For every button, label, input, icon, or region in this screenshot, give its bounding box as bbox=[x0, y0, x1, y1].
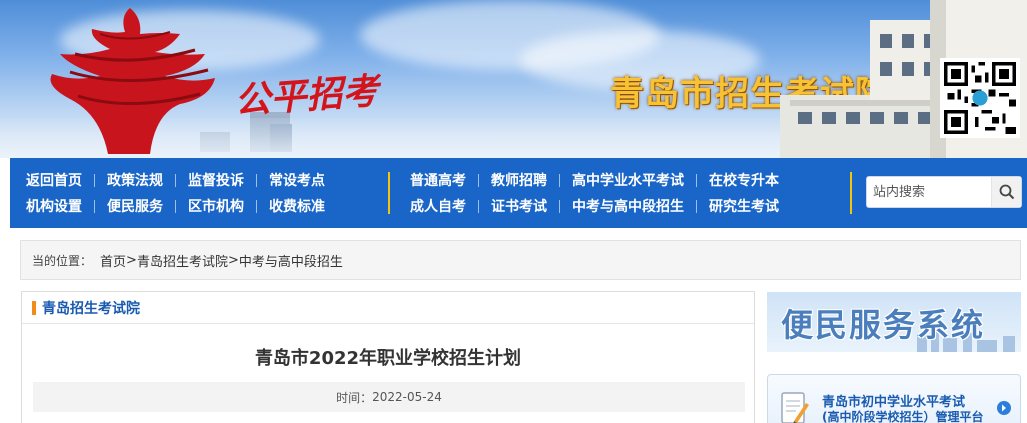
publish-date: 2022-05-24 bbox=[372, 390, 442, 404]
nav-group-exams: 普通高考 教师招聘 高中学业水平考试 在校专升本 成人自考 证书考试 中考与高中… bbox=[410, 168, 779, 218]
nav-divider bbox=[850, 172, 852, 214]
may-wind-sculpture-image bbox=[50, 8, 215, 154]
main-nav: 返回首页 政策法规 监督投诉 常设考点 机构设置 便民服务 区市机构 收费标准 … bbox=[10, 158, 1027, 228]
svg-text:公平招考: 公平招考 bbox=[233, 70, 382, 122]
nav-link-services[interactable]: 便民服务 bbox=[107, 196, 163, 216]
service-system-title: 便民服务系统 bbox=[781, 306, 986, 344]
nav-separator bbox=[256, 199, 257, 213]
nav-link-certificate-exam[interactable]: 证书考试 bbox=[491, 196, 547, 216]
breadcrumb: 当的位置： 首页 > 青岛招生考试院 > 中考与高中段招生 bbox=[20, 240, 1021, 280]
nav-separator bbox=[478, 199, 479, 213]
nav-link-postgraduate[interactable]: 研究生考试 bbox=[709, 196, 779, 216]
nav-link-district-orgs[interactable]: 区市机构 bbox=[188, 196, 244, 216]
nav-separator bbox=[94, 199, 95, 213]
nav-link-zhongkao[interactable]: 中考与高中段招生 bbox=[572, 196, 684, 216]
header-banner: 公平招考 青岛市招生考试院 bbox=[0, 0, 1027, 158]
nav-separator bbox=[478, 173, 479, 187]
nav-link-upgrade-bachelor[interactable]: 在校专升本 bbox=[709, 170, 779, 190]
search-input[interactable] bbox=[867, 177, 991, 207]
breadcrumb-separator: > bbox=[126, 252, 137, 268]
article-panel: 青岛招生考试院 青岛市2022年职业学校招生计划 时间： 2022-05-24 bbox=[21, 291, 755, 423]
nav-link-gaokao[interactable]: 普通高考 bbox=[410, 170, 466, 190]
nav-separator bbox=[559, 173, 560, 187]
nav-separator bbox=[559, 199, 560, 213]
article-meta: 时间： 2022-05-24 bbox=[33, 382, 745, 412]
breadcrumb-zhongkao[interactable]: 中考与高中段招生 bbox=[239, 251, 343, 270]
nav-link-policy[interactable]: 政策法规 bbox=[107, 170, 163, 190]
panel-title: 青岛招生考试院 bbox=[42, 300, 140, 317]
nav-separator bbox=[696, 199, 697, 213]
search-icon bbox=[999, 184, 1014, 200]
time-label: 时间： bbox=[336, 390, 373, 405]
nav-divider bbox=[388, 172, 390, 214]
panel-accent-bar bbox=[32, 300, 36, 315]
nav-separator bbox=[175, 199, 176, 213]
nav-link-complaints[interactable]: 监督投诉 bbox=[188, 170, 244, 190]
nav-group-general: 返回首页 政策法规 监督投诉 常设考点 机构设置 便民服务 区市机构 收费标准 bbox=[26, 168, 325, 218]
exam-management-portal-link[interactable]: 青岛市初中学业水平考试 (高中阶段学校招生）管理平台 bbox=[767, 374, 1021, 423]
site-search bbox=[866, 176, 1022, 208]
nav-link-test-sites[interactable]: 常设考点 bbox=[269, 170, 325, 190]
nav-link-home[interactable]: 返回首页 bbox=[26, 170, 82, 190]
nav-separator bbox=[256, 173, 257, 187]
search-button[interactable] bbox=[991, 177, 1021, 207]
service-system-banner[interactable]: 便民服务系统 bbox=[767, 292, 1021, 352]
portal-title-line2: (高中阶段学校招生）管理平台 bbox=[822, 410, 984, 423]
breadcrumb-separator: > bbox=[227, 252, 239, 268]
breadcrumb-label: 当的位置： bbox=[32, 253, 93, 268]
breadcrumb-home[interactable]: 首页 bbox=[100, 251, 126, 270]
arrow-right-circle-icon[interactable] bbox=[997, 401, 1011, 415]
panel-header: 青岛招生考试院 bbox=[22, 292, 754, 324]
qr-code-icon bbox=[944, 62, 1016, 134]
nav-link-fees[interactable]: 收费标准 bbox=[269, 196, 325, 216]
document-pen-icon bbox=[781, 392, 809, 423]
article-title: 青岛市2022年职业学校招生计划 bbox=[254, 348, 522, 369]
breadcrumb-exam-institute[interactable]: 青岛招生考试院 bbox=[137, 251, 228, 270]
nav-separator bbox=[696, 173, 697, 187]
nav-link-high-school-proficiency[interactable]: 高中学业水平考试 bbox=[572, 170, 684, 190]
nav-separator bbox=[175, 173, 176, 187]
slogan-calligraphy: 公平招考 bbox=[233, 70, 382, 122]
nav-separator bbox=[94, 173, 95, 187]
nav-link-teacher-recruit[interactable]: 教师招聘 bbox=[491, 170, 547, 190]
qr-code bbox=[940, 58, 1020, 138]
nav-link-organization[interactable]: 机构设置 bbox=[26, 196, 82, 216]
nav-link-adult-exam[interactable]: 成人自考 bbox=[410, 196, 466, 216]
